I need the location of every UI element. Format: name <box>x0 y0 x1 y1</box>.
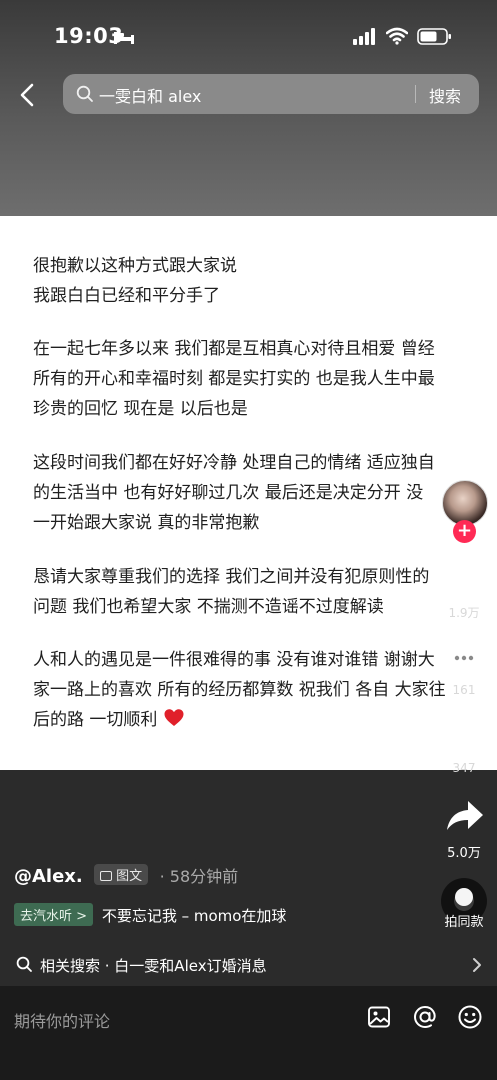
post-line: 家一路上的喜欢 所有的经历都算数 祝我们 各自 大家往 <box>33 680 446 700</box>
comment-input[interactable]: 期待你的评论 <box>14 1008 110 1032</box>
share-count: 5.0万 <box>447 846 481 861</box>
collect-star-icon[interactable] <box>445 717 483 755</box>
share-arrow-icon[interactable] <box>446 799 484 833</box>
at-mention-icon[interactable] <box>412 1004 438 1030</box>
post-type-label: 图文 <box>116 869 143 884</box>
status-time: 19:03 <box>54 24 124 48</box>
search-icon <box>76 85 93 102</box>
status-bar: 19:03 <box>0 0 497 72</box>
related-search-bar[interactable]: 相关搜索 · 白一雯和Alex订婚消息 <box>0 944 497 986</box>
post-paragraph-3: 这段时间我们都在好好冷静 处理自己的情绪 适应独自 的生活当中 也有好好聊过几次… <box>33 448 435 538</box>
comment-icon[interactable] <box>444 640 484 678</box>
search-divider <box>415 85 416 103</box>
post-line: 所有的开心和幸福时刻 都是实打实的 也是我人生中最 <box>33 369 435 389</box>
post-line: 很抱歉以这种方式跟大家说 <box>33 256 237 276</box>
follow-button[interactable]: + <box>453 520 476 543</box>
like-count: 1.9万 <box>448 606 480 620</box>
music-title[interactable]: 不要忘记我 – momo在加球 <box>102 907 287 925</box>
post-time: · 58分钟前 <box>159 867 239 886</box>
post-line: 后的路 一切顺利 <box>33 710 158 730</box>
post-type-badge: 图文 <box>94 864 149 885</box>
search-button[interactable]: 搜索 <box>429 83 461 107</box>
red-heart-icon <box>164 709 184 726</box>
chevron-right-icon <box>473 958 481 972</box>
author-line: @Alex. 图文 · 58分钟前 <box>14 863 238 891</box>
post-paragraph-2: 在一起七年多以来 我们都是互相真心对待且相爱 曾经 所有的开心和幸福时刻 都是实… <box>33 334 435 424</box>
post-paragraph-1: 很抱歉以这种方式跟大家说 我跟白白已经和平分手了 <box>33 251 237 311</box>
post-line: 的生活当中 也有好好聊过几次 最后还是决定分开 没 <box>33 483 424 503</box>
post-paragraph-4: 恳请大家尊重我们的选择 我们之间并没有犯原则性的 问题 我们也希望大家 不揣测不… <box>33 562 429 622</box>
post-line: 这段时间我们都在好好冷静 处理自己的情绪 适应独自 <box>33 453 435 473</box>
like-icon[interactable] <box>444 562 484 598</box>
collect-count: 347 <box>452 761 476 775</box>
listen-on-qishui-badge[interactable]: 去汽水听 > <box>14 903 94 926</box>
post-line: 恳请大家尊重我们的选择 我们之间并没有犯原则性的 <box>33 567 430 587</box>
post-line: 我跟白白已经和平分手了 <box>33 286 220 306</box>
wifi-icon <box>386 27 408 45</box>
same-style-label[interactable]: 拍同款 <box>436 911 492 930</box>
comment-count: 161 <box>452 683 476 697</box>
sleep-mode-icon <box>114 32 134 44</box>
related-search-text[interactable]: 相关搜索 · 白一雯和Alex订婚消息 <box>40 955 267 976</box>
emoji-icon[interactable] <box>457 1004 483 1030</box>
back-arrow-icon[interactable] <box>15 80 41 110</box>
post-line: 人和人的遇见是一件很难得的事 没有谁对谁错 谢谢大 <box>33 650 435 670</box>
search-bar[interactable]: 一雯白和 alex 搜索 <box>63 74 479 114</box>
music-disc-center <box>455 888 473 906</box>
battery-icon <box>417 28 451 45</box>
post-line-with-heart: 后的路 一切顺利 <box>33 705 446 735</box>
cellular-signal-icon <box>353 28 375 45</box>
post-line: 珍贵的回忆 现在是 以后也是 <box>33 399 248 419</box>
music-line[interactable]: 去汽水听 > 不要忘记我 – momo在加球 <box>14 903 286 927</box>
image-icon[interactable] <box>367 1005 391 1029</box>
post-line: 问题 我们也希望大家 不揣测不造谣不过度解读 <box>33 597 384 617</box>
comment-bar: 期待你的评论 <box>0 986 497 1080</box>
post-line: 在一起七年多以来 我们都是互相真心对待且相爱 曾经 <box>33 339 435 359</box>
search-input[interactable]: 一雯白和 alex <box>99 83 201 107</box>
post-line: 一开始跟大家说 真的非常抱歉 <box>33 513 260 533</box>
search-icon <box>16 956 32 972</box>
author-name[interactable]: @Alex. <box>14 866 83 887</box>
post-paragraph-5: 人和人的遇见是一件很难得的事 没有谁对谁错 谢谢大 家一路上的喜欢 所有的经历都… <box>33 645 446 735</box>
image-text-icon <box>100 871 113 881</box>
